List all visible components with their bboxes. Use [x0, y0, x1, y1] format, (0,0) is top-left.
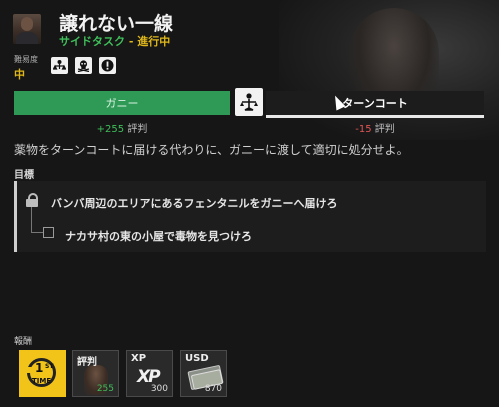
left-reputation-word: 評判 [127, 124, 148, 135]
objective-item: バンバ周辺のエリアにあるフェンタニルをガニーへ届けろ [51, 197, 338, 210]
quest-description: 薬物をターンコートに届ける代わりに、ガニーに渡して適切に処分せよ。 [14, 143, 409, 157]
faction-option-right[interactable]: ターンコート [266, 91, 484, 118]
quest-subtitle: サイドタスク - 進行中 [59, 33, 170, 49]
warning-exclamation-icon [99, 57, 116, 74]
faction-scale-icon [51, 57, 68, 74]
objective-checkbox [43, 227, 54, 238]
reward-usd: USD 870 [180, 350, 227, 397]
first-time-number: 1 [35, 361, 44, 375]
reward-first-time: 1 ST TIME [19, 350, 66, 397]
left-reputation: +255 評判 [14, 120, 230, 135]
choice-balance-icon [235, 88, 263, 116]
quest-type: サイドタスク [59, 35, 125, 48]
right-reputation: -15 評判 [266, 120, 484, 135]
quest-status: 進行中 [137, 35, 171, 48]
objective-item: ナカサ村の東の小屋で毒物を見つけろ [65, 230, 252, 243]
right-reputation-value: -15 [355, 124, 372, 135]
objectives-panel-stripe [14, 181, 17, 252]
lock-icon [26, 193, 38, 207]
reward-usd-value: 870 [204, 384, 222, 394]
objectives-heading: 目標 [14, 170, 34, 181]
reward-xp-value: 300 [150, 384, 168, 394]
rewards-heading: 報酬 [14, 337, 33, 347]
difficulty-value: 中 [14, 68, 25, 81]
difficulty-label: 難易度 [14, 55, 38, 64]
faction-option-left[interactable]: ガニー [14, 91, 230, 115]
reward-xp-label: XP [131, 353, 147, 364]
left-reputation-value: +255 [96, 124, 125, 135]
quest-title: 譲れない一線 [59, 13, 174, 35]
reward-reputation-label: 評判 [77, 357, 97, 368]
quest-subtitle-separator: - [125, 35, 138, 48]
reward-xp: XP XP 300 [126, 350, 173, 397]
objective-connector [31, 207, 43, 233]
poison-skull-icon [75, 57, 92, 74]
reward-reputation-value: 255 [96, 384, 114, 394]
first-time-word: TIME [32, 377, 52, 385]
reward-usd-label: USD [185, 353, 209, 364]
right-reputation-word: 評判 [374, 124, 395, 135]
reward-reputation: 評判 255 [72, 350, 119, 397]
first-time-suffix: ST [45, 363, 54, 370]
quest-giver-portrait [13, 14, 41, 44]
